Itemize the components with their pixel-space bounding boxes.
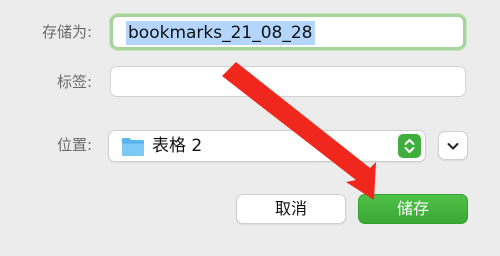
popup-stepper-icon[interactable] (398, 134, 421, 158)
location-popup[interactable]: 表格 2 (108, 130, 426, 162)
expand-button[interactable] (438, 131, 468, 160)
save-as-label: 存储为: (41, 23, 92, 41)
tags-field[interactable] (110, 66, 466, 97)
tags-label: 标签: (56, 73, 92, 91)
folder-icon (121, 136, 145, 157)
save-dialog: 存储为: bookmarks_21_08_28 标签: 位置: 表格 2 取消 … (0, 0, 500, 256)
save-button[interactable]: 储存 (358, 194, 468, 224)
location-label: 位置: (56, 136, 92, 154)
cancel-button[interactable]: 取消 (236, 194, 346, 224)
location-value: 表格 2 (152, 136, 203, 156)
save-as-field[interactable]: bookmarks_21_08_28 (110, 14, 466, 50)
save-as-value[interactable]: bookmarks_21_08_28 (126, 21, 315, 45)
